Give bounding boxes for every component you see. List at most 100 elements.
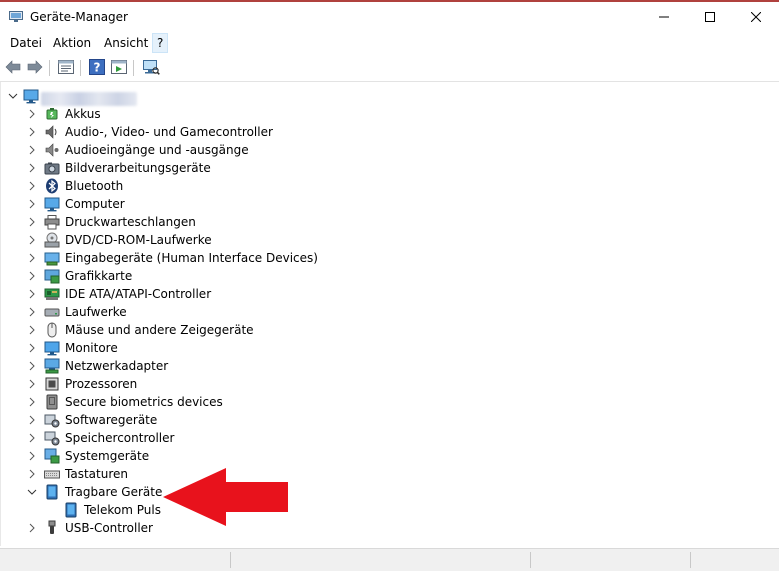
camera-icon — [44, 160, 60, 176]
chevron-right-icon[interactable] — [26, 252, 38, 264]
chevron-right-icon[interactable] — [26, 450, 38, 462]
forward-icon — [27, 59, 43, 77]
chevron-right-icon[interactable] — [26, 270, 38, 282]
tree-category-item[interactable]: Bildverarbeitungsgeräte — [1, 159, 421, 177]
annotation-arrow — [163, 468, 288, 526]
chevron-right-icon[interactable] — [26, 126, 38, 138]
audio-io-icon — [44, 142, 60, 158]
tree-category-item[interactable]: Monitore — [1, 339, 421, 357]
maximize-icon — [705, 11, 715, 25]
tree-category-item[interactable]: Grafikkarte — [1, 267, 421, 285]
status-bar — [0, 548, 779, 571]
window-title: Geräte-Manager — [30, 10, 128, 24]
tree-item-label: Netzwerkadapter — [65, 359, 169, 373]
tree-category-item[interactable]: Speichercontroller — [1, 429, 421, 447]
tree-category-item[interactable]: Netzwerkadapter — [1, 357, 421, 375]
tree-item-label: Bildverarbeitungsgeräte — [65, 161, 211, 175]
maximize-button[interactable] — [687, 4, 733, 32]
menu-datei[interactable]: Datei — [6, 34, 46, 52]
chevron-right-icon[interactable] — [26, 288, 38, 300]
minimize-icon — [659, 11, 669, 25]
tree-category-item[interactable]: Prozessoren — [1, 375, 421, 393]
system-device-icon — [44, 448, 60, 464]
chevron-right-icon[interactable] — [26, 522, 38, 534]
tree-category-item[interactable]: Laufwerke — [1, 303, 421, 321]
tree-item-label: Computer — [65, 197, 125, 211]
update-driver-button[interactable] — [110, 59, 128, 77]
properties-icon — [58, 59, 74, 77]
chevron-right-icon[interactable] — [26, 396, 38, 408]
menu-aktion[interactable]: Aktion — [49, 34, 95, 52]
computer-icon — [23, 88, 39, 104]
mouse-icon — [44, 322, 60, 338]
tree-category-item[interactable]: Softwaregeräte — [1, 411, 421, 429]
back-button[interactable] — [4, 59, 22, 77]
back-icon — [5, 59, 21, 77]
hid-icon — [44, 250, 60, 266]
display-adapter-icon — [44, 268, 60, 284]
chevron-right-icon[interactable] — [26, 360, 38, 372]
chevron-right-icon[interactable] — [26, 378, 38, 390]
chevron-right-icon[interactable] — [26, 198, 38, 210]
properties-button[interactable] — [57, 59, 75, 77]
monitor-icon — [44, 340, 60, 356]
scan-hardware-button[interactable] — [142, 59, 160, 77]
toolbar-separator — [49, 60, 50, 76]
chevron-right-icon[interactable] — [26, 144, 38, 156]
toolbar-separator — [133, 60, 134, 76]
tree-category-item[interactable]: Systemgeräte — [1, 447, 421, 465]
tree-category-item[interactable]: Bluetooth — [1, 177, 421, 195]
tree-item-label: Secure biometrics devices — [65, 395, 223, 409]
tree-category-item[interactable]: Druckwarteschlangen — [1, 213, 421, 231]
battery-icon — [44, 106, 60, 122]
tree-item-label: Grafikkarte — [65, 269, 133, 283]
tree-category-item[interactable]: IDE ATA/ATAPI-Controller — [1, 285, 421, 303]
chevron-right-icon[interactable] — [26, 342, 38, 354]
menu-help[interactable]: ? — [152, 33, 169, 53]
tree-item-label: Akkus — [65, 107, 101, 121]
tree-item-label: Audioeingänge und -ausgänge — [65, 143, 249, 157]
tree-item-label: Laufwerke — [65, 305, 127, 319]
chevron-right-icon[interactable] — [26, 306, 38, 318]
tree-item-label: Mäuse und andere Zeigegeräte — [65, 323, 254, 337]
update-driver-icon — [111, 59, 127, 77]
tree-item-label: Speichercontroller — [65, 431, 175, 445]
menu-ansicht[interactable]: Ansicht — [100, 34, 152, 52]
scan-hardware-icon — [142, 59, 160, 78]
processor-icon — [44, 376, 60, 392]
status-separator — [230, 552, 231, 568]
tree-category-item[interactable]: Akkus — [1, 105, 421, 123]
chevron-right-icon[interactable] — [26, 468, 38, 480]
tree-category-item[interactable]: Computer — [1, 195, 421, 213]
chevron-right-icon[interactable] — [26, 108, 38, 120]
tree-category-item[interactable]: Eingabegeräte (Human Interface Devices) — [1, 249, 421, 267]
tree-category-item[interactable]: Mäuse und andere Zeigegeräte — [1, 321, 421, 339]
title-bar[interactable]: Geräte-Manager — [0, 2, 779, 32]
chevron-right-icon[interactable] — [26, 414, 38, 426]
close-button[interactable] — [733, 4, 779, 32]
tree-item-label: Systemgeräte — [65, 449, 150, 463]
tree-category-item[interactable]: DVD/CD-ROM-Laufwerke — [1, 231, 421, 249]
chevron-down-icon[interactable] — [26, 486, 38, 498]
tree-category-item[interactable]: Audioeingänge und -ausgänge — [1, 141, 421, 159]
tree-root[interactable] — [1, 87, 301, 106]
toolbar-separator — [80, 60, 81, 76]
portable-device-icon — [63, 502, 79, 518]
software-device-icon — [44, 412, 60, 428]
chevron-right-icon[interactable] — [26, 180, 38, 192]
toolbar: ? — [0, 55, 779, 82]
chevron-right-icon[interactable] — [26, 432, 38, 444]
chevron-right-icon[interactable] — [26, 324, 38, 336]
biometric-icon — [44, 394, 60, 410]
chevron-right-icon[interactable] — [26, 162, 38, 174]
tree-category-item[interactable]: Audio-, Video- und Gamecontroller — [1, 123, 421, 141]
chevron-right-icon[interactable] — [26, 234, 38, 246]
minimize-button[interactable] — [641, 4, 687, 32]
help-button[interactable]: ? — [88, 58, 106, 77]
disk-drive-icon — [44, 304, 60, 320]
chevron-down-icon[interactable] — [7, 90, 19, 102]
tree-category-item[interactable]: Secure biometrics devices — [1, 393, 421, 411]
tree-item-label: Bluetooth — [65, 179, 124, 193]
forward-button[interactable] — [26, 59, 44, 77]
chevron-right-icon[interactable] — [26, 216, 38, 228]
